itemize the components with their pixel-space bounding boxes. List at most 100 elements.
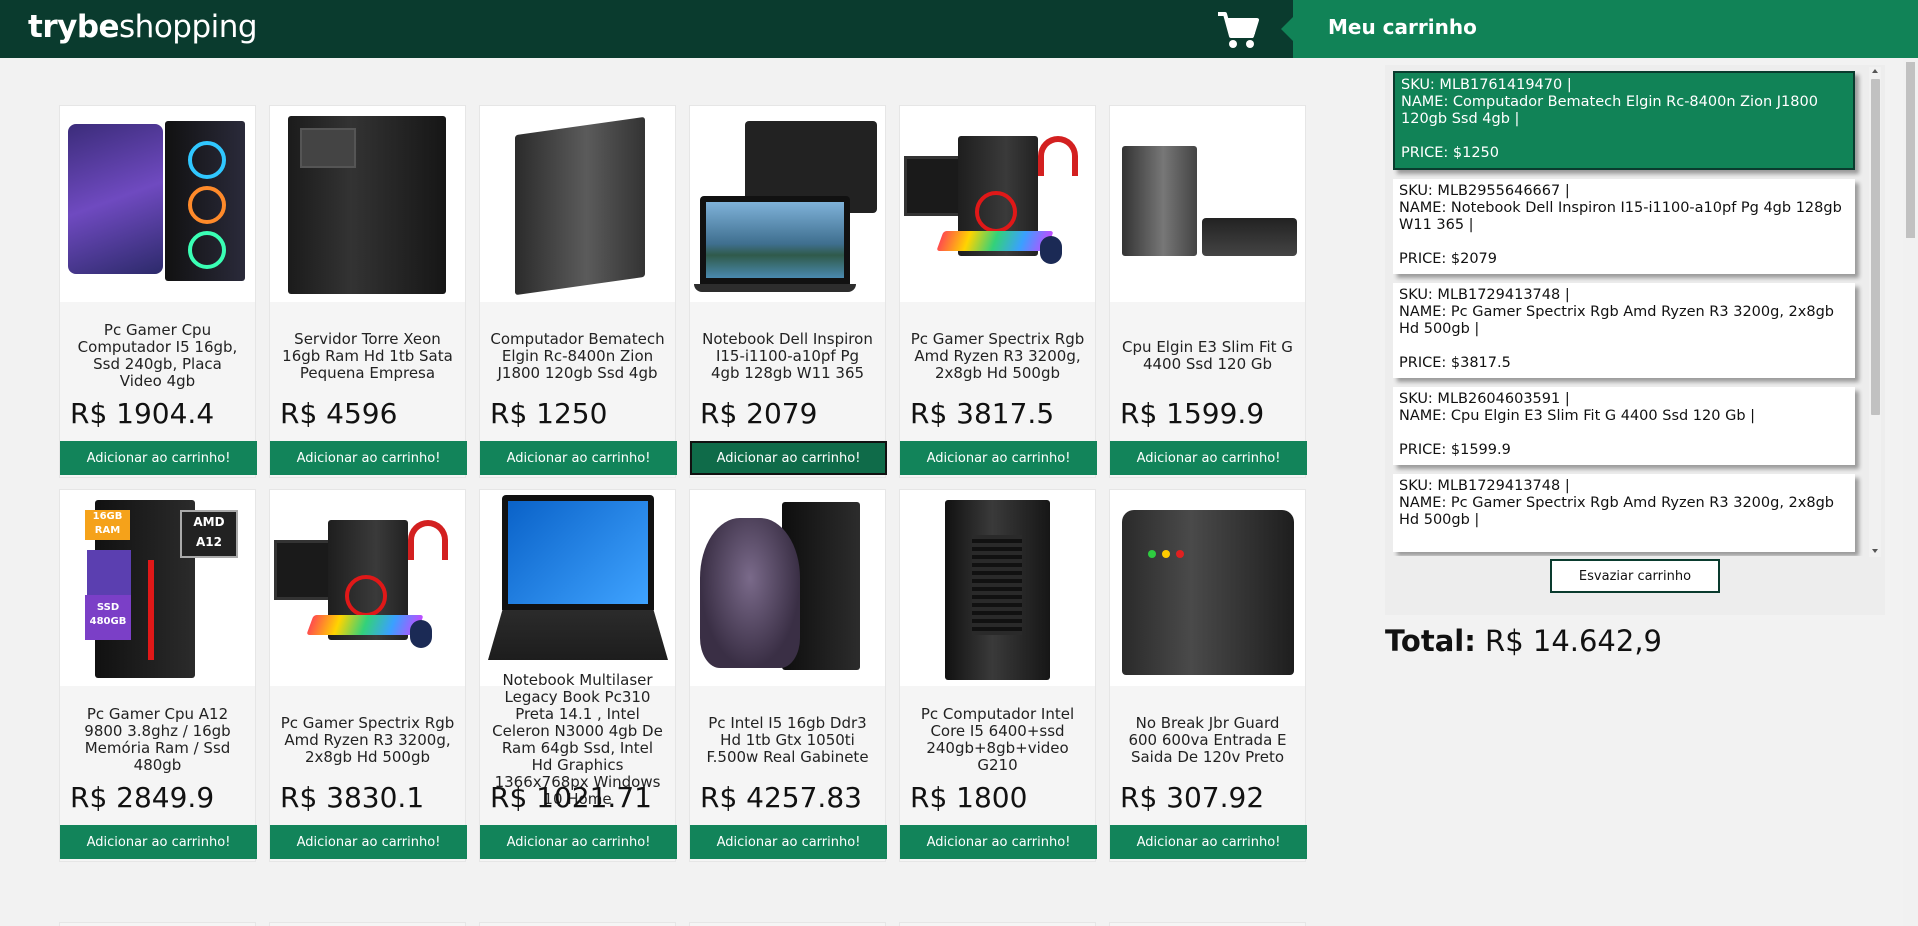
product-card xyxy=(689,922,886,926)
cart-item-sku: SKU: MLB1761419470 | xyxy=(1401,77,1572,93)
cart-item-price: PRICE: $3817.5 xyxy=(1399,355,1511,371)
product-card xyxy=(1109,922,1306,926)
cart-header: Meu carrinho xyxy=(1281,0,1918,58)
product-name: Pc Intel I5 16gb Ddr3 Hd 1tb Gtx 1050ti … xyxy=(706,713,869,766)
product-name: Notebook Dell Inspiron I15-i1100-a10pf P… xyxy=(702,329,873,382)
add-to-cart-button[interactable]: Adicionar ao carrinho! xyxy=(900,441,1097,475)
product-card xyxy=(269,922,466,926)
cart-item[interactable]: SKU: MLB1761419470 | NAME: Computador Be… xyxy=(1393,71,1855,170)
product-card: Pc Computador Intel Core I5 6400+ssd 240… xyxy=(899,489,1097,862)
total-label: Total: xyxy=(1385,624,1476,658)
product-image xyxy=(690,106,885,302)
product-name: Pc Gamer Cpu A12 9800 3.8ghz / 16gb Memó… xyxy=(84,705,231,774)
product-name: Computador Bematech Elgin Rc-8400n Zion … xyxy=(490,329,665,382)
product-card: Pc Gamer Spectrix Rgb Amd Ryzen R3 3200g… xyxy=(269,489,467,862)
total-value: R$ 14.642,9 xyxy=(1485,624,1663,658)
product-name: Pc Gamer Spectrix Rgb Amd Ryzen R3 3200g… xyxy=(910,329,1085,382)
cart-item[interactable]: SKU: MLB1729413748 | NAME: Pc Gamer Spec… xyxy=(1393,283,1855,378)
product-name: Pc Computador Intel Core I5 6400+ssd 240… xyxy=(920,705,1075,774)
add-to-cart-button[interactable]: Adicionar ao carrinho! xyxy=(690,441,887,475)
top-header: trybeshopping Meu carrinho xyxy=(0,0,1918,58)
cpu-badge: AMD A12 xyxy=(180,510,238,558)
product-image xyxy=(270,106,465,302)
add-to-cart-button[interactable]: Adicionar ao carrinho! xyxy=(480,825,677,859)
cart-item-price: PRICE: $1599.9 xyxy=(1399,442,1511,458)
cart-header-arrow xyxy=(1281,17,1293,41)
product-price: R$ 1021.71 xyxy=(490,781,652,814)
page-scroll-thumb[interactable] xyxy=(1906,62,1915,238)
product-card xyxy=(899,922,1096,926)
product-name: Servidor Torre Xeon 16gb Ram Hd 1tb Sata… xyxy=(282,329,453,382)
product-image xyxy=(480,490,675,686)
cart-item-sku: SKU: MLB1729413748 | xyxy=(1399,287,1570,303)
cart-item[interactable]: SKU: MLB1729413748 | NAME: Pc Gamer Spec… xyxy=(1393,474,1855,552)
product-card: Cpu Elgin E3 Slim Fit G 4400 Ssd 120 Gb … xyxy=(1109,105,1307,478)
product-card: No Break Jbr Guard 600 600va Entrada E S… xyxy=(1109,489,1307,862)
cart-title: Meu carrinho xyxy=(1328,15,1477,39)
cart-item-name: NAME: Pc Gamer Spectrix Rgb Amd Ryzen R3… xyxy=(1399,304,1834,337)
cart-item[interactable]: SKU: MLB2955646667 | NAME: Notebook Dell… xyxy=(1393,179,1855,274)
product-card: Notebook Multilaser Legacy Book Pc310 Pr… xyxy=(479,489,677,862)
scroll-up-arrow-icon[interactable] xyxy=(1872,69,1878,73)
cart-item-sku: SKU: MLB2955646667 | xyxy=(1399,183,1570,199)
add-to-cart-button[interactable]: Adicionar ao carrinho! xyxy=(270,825,467,859)
product-price: R$ 1800 xyxy=(910,781,1028,814)
product-price: R$ 1599.9 xyxy=(1120,397,1265,430)
cart-scrollbar[interactable] xyxy=(1869,67,1881,557)
product-card: Pc Gamer Spectrix Rgb Amd Ryzen R3 3200g… xyxy=(899,105,1097,478)
shopping-cart-icon[interactable] xyxy=(1216,10,1260,50)
product-image xyxy=(690,490,885,686)
add-to-cart-button[interactable]: Adicionar ao carrinho! xyxy=(1110,441,1307,475)
product-name: No Break Jbr Guard 600 600va Entrada E S… xyxy=(1128,713,1287,766)
add-to-cart-button[interactable]: Adicionar ao carrinho! xyxy=(60,441,257,475)
add-to-cart-button[interactable]: Adicionar ao carrinho! xyxy=(900,825,1097,859)
product-card: 16GB RAM SSD 480GB AMD A12 Pc Gamer Cpu … xyxy=(59,489,257,862)
cart-item-price: PRICE: $1250 xyxy=(1401,145,1500,161)
product-name: Pc Gamer Cpu Computador I5 16gb, Ssd 240… xyxy=(77,321,238,390)
product-card: Pc Gamer Cpu Computador I5 16gb, Ssd 240… xyxy=(59,105,257,478)
product-image xyxy=(900,106,1095,302)
product-image xyxy=(60,106,255,302)
product-price: R$ 2079 xyxy=(700,397,818,430)
cart-total: Total: R$ 14.642,9 xyxy=(1385,624,1662,658)
product-card xyxy=(59,922,256,926)
ssd-badge: SSD 480GB xyxy=(85,595,131,640)
cart-item-name: NAME: Notebook Dell Inspiron I15-i1100-a… xyxy=(1399,200,1842,233)
cart-scroll-thumb[interactable] xyxy=(1871,79,1880,415)
cart-item-sku: SKU: MLB2604603591 | xyxy=(1399,391,1570,407)
product-image xyxy=(1110,490,1305,686)
ram-badge: 16GB RAM xyxy=(85,510,130,540)
add-to-cart-button[interactable]: Adicionar ao carrinho! xyxy=(690,825,887,859)
product-image xyxy=(270,490,465,686)
product-image xyxy=(480,106,675,302)
product-price: R$ 1904.4 xyxy=(70,397,215,430)
product-image: 16GB RAM SSD 480GB AMD A12 xyxy=(60,490,255,686)
product-image xyxy=(900,490,1095,686)
empty-cart-button[interactable]: Esvaziar carrinho xyxy=(1550,559,1720,593)
page-scrollbar[interactable] xyxy=(1903,58,1918,926)
product-price: R$ 3817.5 xyxy=(910,397,1055,430)
product-name: Cpu Elgin E3 Slim Fit G 4400 Ssd 120 Gb xyxy=(1122,338,1293,373)
product-name: Pc Gamer Spectrix Rgb Amd Ryzen R3 3200g… xyxy=(280,713,455,766)
product-price: R$ 4596 xyxy=(280,397,398,430)
product-price: R$ 307.92 xyxy=(1120,781,1265,814)
cart-list[interactable]: SKU: MLB1761419470 | NAME: Computador Be… xyxy=(1393,71,1863,556)
app-logo: trybeshopping xyxy=(28,9,258,45)
cart-panel: SKU: MLB1761419470 | NAME: Computador Be… xyxy=(1385,65,1885,615)
product-price: R$ 4257.83 xyxy=(700,781,862,814)
product-card: Notebook Dell Inspiron I15-i1100-a10pf P… xyxy=(689,105,887,478)
cart-item-name: NAME: Computador Bematech Elgin Rc-8400n… xyxy=(1401,94,1818,127)
scroll-down-arrow-icon[interactable] xyxy=(1872,549,1878,553)
product-card xyxy=(479,922,676,926)
product-price: R$ 1250 xyxy=(490,397,608,430)
add-to-cart-button[interactable]: Adicionar ao carrinho! xyxy=(60,825,257,859)
add-to-cart-button[interactable]: Adicionar ao carrinho! xyxy=(270,441,467,475)
cart-item[interactable]: SKU: MLB2604603591 | NAME: Cpu Elgin E3 … xyxy=(1393,387,1855,465)
product-image xyxy=(1110,106,1305,302)
product-card: Computador Bematech Elgin Rc-8400n Zion … xyxy=(479,105,677,478)
add-to-cart-button[interactable]: Adicionar ao carrinho! xyxy=(480,441,677,475)
cart-item-sku: SKU: MLB1729413748 | xyxy=(1399,478,1570,494)
product-price: R$ 3830.1 xyxy=(280,781,425,814)
cart-item-price: PRICE: $2079 xyxy=(1399,251,1498,267)
add-to-cart-button[interactable]: Adicionar ao carrinho! xyxy=(1110,825,1307,859)
